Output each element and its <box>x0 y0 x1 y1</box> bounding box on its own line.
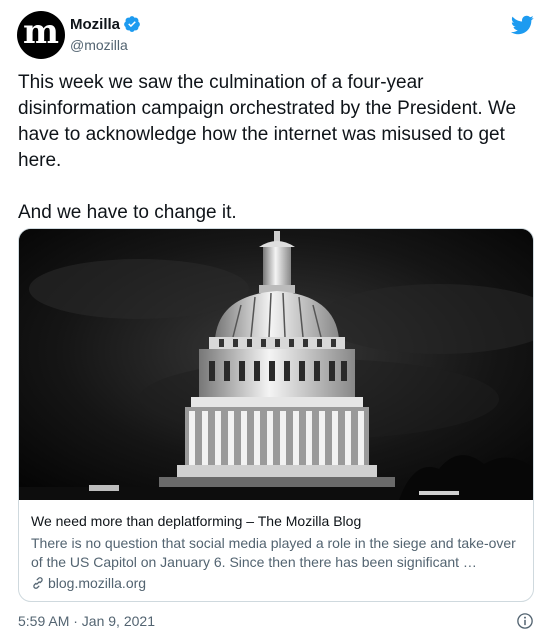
name-row: Mozilla <box>70 15 141 33</box>
card-description: There is no question that social media p… <box>31 535 516 570</box>
card-domain: blog.mozilla.org <box>48 575 147 591</box>
card-domain-row: blog.mozilla.org <box>31 575 527 591</box>
tweet-timestamp[interactable]: 5:59 AM · Jan 9, 2021 <box>18 613 155 629</box>
avatar[interactable]: m <box>17 11 65 59</box>
capitol-dome-image <box>19 229 533 500</box>
info-icon[interactable] <box>516 612 534 630</box>
link-card[interactable]: We need more than deplatforming – The Mo… <box>18 228 534 602</box>
tweet: m Mozilla @mozilla This week we saw the … <box>0 0 540 635</box>
account-name[interactable]: Mozilla <box>70 16 120 33</box>
card-title: We need more than deplatforming – The Mo… <box>31 513 362 529</box>
verified-badge-icon <box>124 16 140 32</box>
link-icon <box>33 577 43 589</box>
twitter-bird-icon[interactable] <box>510 13 534 37</box>
avatar-letter: m <box>23 12 59 52</box>
tweet-text: This week we saw the culmination of a fo… <box>18 72 517 223</box>
account-handle[interactable]: @mozilla <box>70 37 128 53</box>
card-body: We need more than deplatforming – The Mo… <box>31 512 527 591</box>
